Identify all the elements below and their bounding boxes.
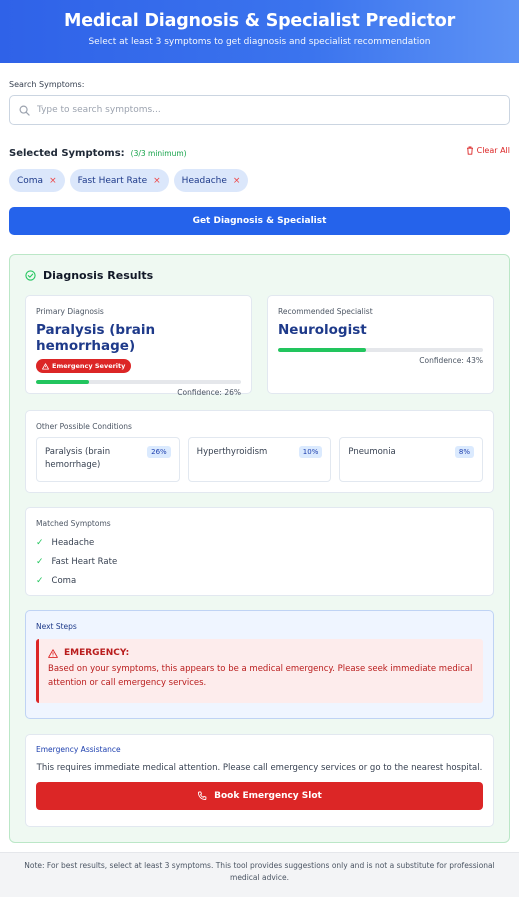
condition-percent: 10% [298, 446, 323, 458]
check-icon: ✓ [36, 556, 44, 567]
condition-name: Paralysis (brain hemorrhage) [45, 447, 111, 471]
emergency-assistance-card: Emergency Assistance This requires immed… [25, 734, 494, 827]
specialist-name: Neurologist [278, 322, 367, 338]
clear-all-label: Clear All [476, 146, 510, 155]
clear-all-button[interactable]: Clear All [466, 146, 510, 155]
matched-symptom: ✓ Headache [36, 533, 483, 552]
matched-symptoms-label: Matched Symptoms [36, 519, 111, 528]
matched-symptom-label: Coma [51, 575, 77, 586]
search-box[interactable] [9, 95, 510, 125]
emergency-assistance-label: Emergency Assistance [36, 745, 121, 754]
selected-header: Selected Symptoms: (3/3 minimum) Clear Al… [9, 141, 510, 160]
primary-confidence-fill [36, 379, 90, 384]
matched-symptom: ✓ Coma [36, 571, 483, 590]
other-conditions-card: Other Possible Conditions Paralysis (bra… [25, 410, 494, 493]
selected-chips: Coma × Fast Heart Rate × Headache × [9, 169, 510, 192]
condition-percent: 26% [147, 446, 171, 458]
results-header: Diagnosis Results [25, 269, 494, 282]
matched-symptom-label: Headache [51, 537, 95, 548]
footer-note: Note: For best results, select at least … [0, 852, 519, 897]
search-input[interactable] [37, 105, 509, 115]
selected-title-group: Selected Symptoms: (3/3 minimum) [9, 141, 187, 160]
search-icon [19, 105, 30, 116]
book-emergency-slot-button[interactable]: Book Emergency Slot [36, 782, 483, 810]
emergency-assistance-text: This requires immediate medical attentio… [36, 763, 483, 773]
other-conditions-label: Other Possible Conditions [36, 422, 132, 431]
phone-icon [198, 791, 207, 800]
symptom-chip: Headache × [173, 169, 249, 192]
other-conditions-list: Paralysis (brain hemorrhage) 26% Hyperth… [36, 437, 484, 482]
results-title: Diagnosis Results [43, 269, 154, 282]
matched-symptom-label: Fast Heart Rate [51, 556, 118, 567]
trash-icon [466, 146, 473, 155]
emergency-alert-header: EMERGENCY: [48, 648, 474, 658]
severity-badge: Emergency Severity [36, 359, 132, 373]
diagnosis-results: Diagnosis Results Primary Diagnosis Para… [9, 254, 510, 843]
check-circle-icon [25, 270, 36, 281]
chip-label: Coma [17, 175, 44, 186]
next-steps-card: Next Steps EMERGENCY: Based on your symp… [25, 610, 494, 719]
remove-chip-icon[interactable]: × [49, 176, 57, 186]
condition-item[interactable]: Hyperthyroidism 10% [187, 437, 332, 482]
condition-item[interactable]: Pneumonia 8% [339, 437, 484, 482]
primary-confidence-text: Confidence: 26% [177, 387, 241, 397]
primary-confidence-bar [36, 379, 241, 384]
symptom-chip: Coma × [9, 169, 65, 192]
emergency-title: EMERGENCY: [64, 648, 130, 658]
chip-label: Headache [181, 175, 227, 186]
app-header: Medical Diagnosis & Specialist Predictor… [0, 0, 519, 63]
condition-name: Pneumonia [348, 447, 396, 457]
warning-icon [42, 362, 49, 370]
chip-label: Fast Heart Rate [77, 175, 148, 186]
severity-label: Emergency Severity [52, 362, 126, 370]
remove-chip-icon[interactable]: × [233, 176, 241, 186]
symptom-chip: Fast Heart Rate × [69, 169, 169, 192]
selected-count: (3/3 minimum) [130, 149, 187, 158]
condition-percent: 8% [454, 446, 475, 458]
specialist-confidence-fill [278, 348, 367, 352]
emergency-alert: EMERGENCY: Based on your symptoms, this … [36, 639, 483, 703]
primary-diagnosis-name: Paralysis (brain hemorrhage) [36, 322, 156, 354]
page-subtitle: Select at least 3 symptoms to get diagno… [88, 37, 431, 47]
check-icon: ✓ [36, 537, 44, 548]
specialist-confidence-text: Confidence: 43% [419, 356, 483, 365]
matched-symptom: ✓ Fast Heart Rate [36, 552, 483, 571]
search-label: Search Symptoms: [9, 80, 85, 89]
condition-name: Hyperthyroidism [196, 447, 268, 457]
specialist-card: Recommended Specialist Neurologist Confi… [267, 295, 494, 394]
warning-icon [48, 648, 58, 658]
remove-chip-icon[interactable]: × [153, 176, 161, 186]
matched-symptoms-list: ✓ Headache ✓ Fast Heart Rate ✓ Coma [36, 533, 483, 590]
get-diagnosis-button[interactable]: Get Diagnosis & Specialist [9, 207, 510, 235]
matched-symptoms-card: Matched Symptoms ✓ Headache ✓ Fast Heart… [25, 507, 494, 596]
next-steps-label: Next Steps [36, 622, 77, 631]
summary-cards: Primary Diagnosis Paralysis (brain hemor… [25, 295, 494, 397]
condition-item[interactable]: Paralysis (brain hemorrhage) 26% [36, 437, 180, 482]
emergency-text: Based on your symptoms, this appears to … [48, 664, 473, 688]
check-icon: ✓ [36, 575, 44, 586]
primary-diagnosis-card: Primary Diagnosis Paralysis (brain hemor… [25, 295, 252, 397]
specialist-label: Recommended Specialist [278, 307, 373, 316]
page-title: Medical Diagnosis & Specialist Predictor [64, 11, 455, 31]
specialist-confidence-bar [278, 348, 483, 352]
selected-title: Selected Symptoms: [9, 148, 125, 159]
primary-diagnosis-label: Primary Diagnosis [36, 307, 104, 316]
book-emergency-slot-label: Book Emergency Slot [214, 791, 322, 801]
